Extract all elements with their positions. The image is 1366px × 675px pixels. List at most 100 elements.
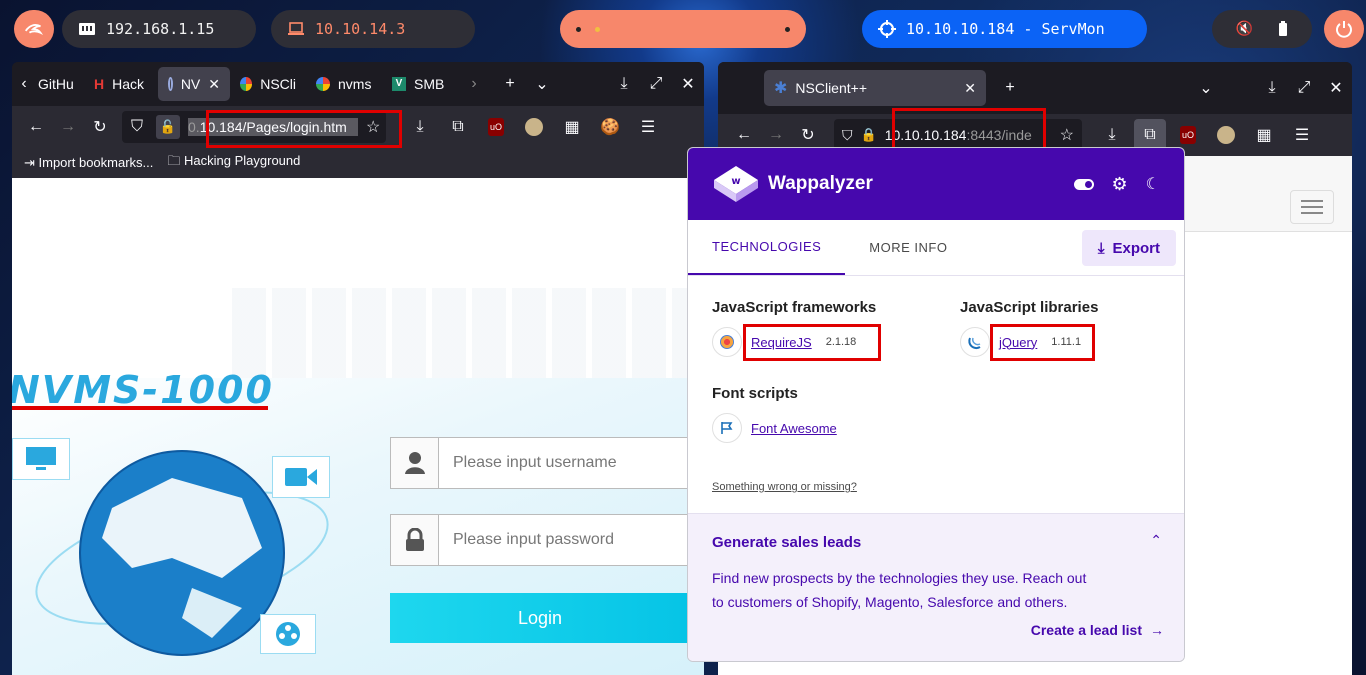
tech-font-awesome[interactable]: Font Awesome	[712, 413, 837, 443]
bookmarks-toolbar: ⇥ Import bookmarks... 🗀 Hacking Playgrou…	[12, 148, 704, 178]
tab-nvms-search[interactable]: nvms	[306, 67, 382, 101]
wappalyzer-header: w Wappalyzer ⚙ ☾	[688, 148, 1184, 220]
new-tab-icon[interactable]: +	[494, 68, 526, 100]
vpn-ip-text: 10.10.14.3	[315, 20, 406, 38]
sales-leads-section: Generate sales leads ⌃ Find new prospect…	[688, 513, 1184, 661]
new-tab-icon[interactable]: +	[994, 72, 1026, 104]
insecure-lock-icon[interactable]: 🔓	[156, 115, 180, 139]
tab-nsclient[interactable]: NSCli	[230, 67, 306, 101]
ublock-icon[interactable]: uO	[480, 111, 512, 143]
download-icon[interactable]: ⤓	[1256, 72, 1288, 104]
left-tab-bar: ‹ GitHu H Hack NV ✕ NSCli nvms V SMB › + ⌄ …	[12, 62, 704, 106]
crosshair-icon	[878, 20, 896, 38]
download-icon[interactable]: ⤓	[608, 68, 640, 100]
export-button[interactable]: ⤓ Export	[1081, 230, 1176, 266]
bookmark-import[interactable]: ⇥ Import bookmarks...	[24, 155, 153, 171]
tab-smb[interactable]: V SMB	[382, 67, 458, 101]
foxyproxy-icon[interactable]	[1210, 119, 1242, 151]
font-awesome-flag-icon	[712, 413, 742, 443]
list-tabs-icon[interactable]: ⌄	[1190, 72, 1222, 104]
tab-hack[interactable]: H Hack	[84, 67, 158, 101]
maximize-icon[interactable]: ⤢	[640, 68, 672, 100]
hackthebox-icon: H	[94, 76, 105, 92]
create-lead-list-link[interactable]: Create a lead list →	[1031, 622, 1164, 638]
wappalyzer-logo-icon: w	[714, 166, 758, 202]
requirejs-highlight-annotation	[743, 324, 881, 361]
back-icon[interactable]: ←	[20, 111, 52, 143]
password-input[interactable]	[439, 531, 679, 549]
bookmark-star-icon[interactable]: ☆	[1060, 125, 1074, 145]
tech-name[interactable]: Font Awesome	[751, 421, 837, 436]
kali-dragon-icon	[24, 24, 44, 36]
bookmark-folder-hacking[interactable]: 🗀 Hacking Playground	[167, 152, 300, 174]
vpn-ip-pill[interactable]: 10.10.14.3	[271, 10, 475, 48]
jquery-icon	[960, 327, 990, 357]
tab-nsclient-active[interactable]: ✱ NSClient++ ✕	[764, 70, 986, 106]
close-window-icon[interactable]: ✕	[672, 68, 704, 100]
username-field[interactable]	[390, 437, 690, 489]
kali-menu-button[interactable]	[14, 10, 54, 48]
jquery-highlight-annotation	[990, 324, 1095, 361]
extensions-icon[interactable]: ⧉	[442, 111, 474, 143]
foxyproxy-icon[interactable]	[518, 111, 550, 143]
dark-mode-moon-icon[interactable]: ☾	[1146, 174, 1160, 194]
reload-icon[interactable]: ↻	[84, 111, 116, 143]
qr-code-icon[interactable]: ▦	[1248, 119, 1280, 151]
username-input[interactable]	[439, 454, 679, 472]
battery-icon[interactable]	[1278, 21, 1288, 37]
toggle-switch[interactable]	[1073, 178, 1094, 190]
tab-technologies[interactable]: TECHNOLOGIES	[688, 220, 846, 275]
google-icon	[316, 77, 330, 91]
tab-github[interactable]: GitHu	[36, 67, 84, 101]
close-tab-icon[interactable]: ✕	[208, 76, 220, 93]
menu-icon[interactable]: ☰	[1286, 119, 1318, 151]
settings-gear-icon[interactable]: ⚙	[1112, 174, 1128, 195]
volume-muted-icon[interactable]: 🔇	[1236, 21, 1253, 37]
tab-scroll-right-icon[interactable]: ›	[458, 68, 490, 100]
workspace-dot[interactable]	[785, 26, 790, 32]
something-wrong-link[interactable]: Something wrong or missing?	[712, 481, 857, 493]
hamburger-menu-icon[interactable]	[1290, 190, 1334, 224]
workspace-dot[interactable]	[576, 26, 581, 32]
login-button[interactable]: Login	[390, 593, 690, 643]
shield-icon[interactable]: ⛉	[842, 127, 853, 144]
password-field[interactable]	[390, 514, 690, 566]
list-tabs-icon[interactable]: ⌄	[526, 68, 558, 100]
collapse-chevron-up-icon[interactable]: ⌃	[1150, 532, 1162, 549]
tab-label: NSCli	[260, 76, 296, 92]
requirejs-icon	[712, 327, 742, 357]
close-window-icon[interactable]: ✕	[1320, 72, 1352, 104]
category-font-scripts: Font scripts	[712, 385, 798, 402]
tab-nvms-active[interactable]: NV ✕	[158, 67, 230, 101]
close-tab-icon[interactable]: ✕	[964, 80, 976, 97]
downloads-icon[interactable]: ⤓	[404, 111, 436, 143]
export-label: Export	[1112, 239, 1160, 257]
workspace-indicator[interactable]	[560, 10, 806, 48]
tab-scroll-left-icon[interactable]: ‹	[12, 68, 36, 100]
arrow-right-icon: →	[1150, 622, 1164, 638]
film-reel-icon	[260, 614, 316, 654]
lock-warning-icon[interactable]: 🔒	[861, 127, 877, 143]
shield-icon[interactable]: ⛉	[126, 111, 148, 143]
svg-text:w: w	[731, 176, 740, 187]
tab-more-info[interactable]: MORE INFO	[845, 220, 971, 275]
workspace-dot-active[interactable]	[595, 26, 600, 32]
tab-label: SMB	[414, 76, 445, 92]
wappalyzer-popup: w Wappalyzer ⚙ ☾ TECHNOLOGIES MORE INFO …	[687, 147, 1185, 662]
wappalyzer-brand: Wappalyzer	[768, 173, 873, 194]
qr-code-icon[interactable]: ▦	[556, 111, 588, 143]
maximize-icon[interactable]: ⤢	[1288, 72, 1320, 104]
page-header-area	[12, 178, 704, 298]
user-icon	[391, 438, 439, 488]
create-lead-list-label: Create a lead list	[1030, 622, 1142, 638]
power-button[interactable]	[1324, 10, 1364, 48]
local-ip-pill[interactable]: 192.168.1.15	[62, 10, 256, 48]
system-tray[interactable]: 🔇	[1212, 10, 1312, 48]
sales-leads-title: Generate sales leads	[712, 534, 862, 551]
network-icon	[79, 23, 95, 35]
menu-icon[interactable]: ☰	[632, 111, 664, 143]
target-pill[interactable]: 10.10.10.184 - ServMon	[862, 10, 1147, 48]
forward-icon[interactable]: →	[52, 111, 84, 143]
cookie-icon[interactable]: 🍪	[594, 111, 626, 143]
video-camera-icon	[272, 456, 330, 498]
